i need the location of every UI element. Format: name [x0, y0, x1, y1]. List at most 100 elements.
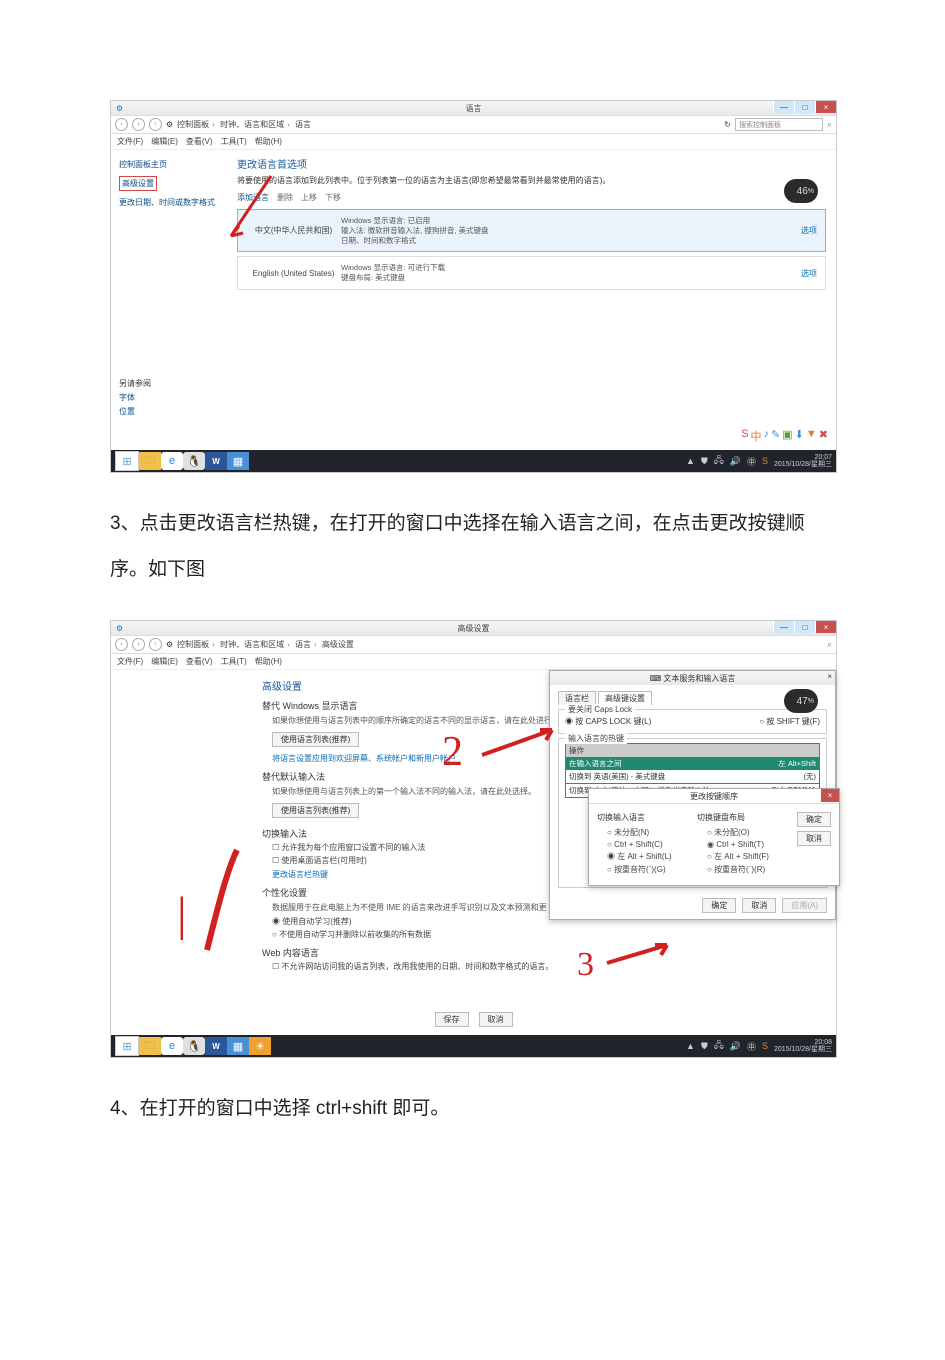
- explorer-icon[interactable]: 🗀: [139, 1037, 161, 1055]
- dialog-ok-button[interactable]: 确定: [702, 898, 736, 913]
- radio-none[interactable]: ○ 未分配(N): [607, 827, 679, 838]
- minimize-button[interactable]: —: [773, 621, 794, 633]
- tab-langbar[interactable]: 语言栏: [558, 691, 596, 705]
- ie-icon[interactable]: e: [161, 1037, 183, 1055]
- tray-network-icon[interactable]: 🖧: [714, 1038, 724, 1054]
- qq-icon[interactable]: 🐧: [183, 452, 205, 470]
- radio-grave[interactable]: ○ 按重音符(`)(R): [707, 864, 779, 875]
- dialog-cancel-button[interactable]: 取消: [742, 898, 776, 913]
- start-button[interactable]: ⊞: [115, 451, 139, 471]
- dialog2-close-button[interactable]: ×: [821, 789, 839, 802]
- taskbar-clock[interactable]: 20:07 2015/10/28/星期三: [774, 454, 832, 468]
- menu-tools[interactable]: 工具(T): [221, 656, 247, 667]
- tray-360-icon[interactable]: S: [762, 456, 768, 466]
- tray-shield-icon[interactable]: ⛊: [701, 456, 708, 467]
- radio-alt-shift[interactable]: ○ 左 Alt + Shift(F): [707, 851, 779, 862]
- word-icon[interactable]: W: [205, 1037, 227, 1055]
- menu-tools[interactable]: 工具(T): [221, 136, 247, 147]
- refresh-icon[interactable]: ↻: [724, 120, 731, 129]
- close-button[interactable]: ×: [815, 101, 836, 113]
- explorer-icon[interactable]: 🗀: [139, 452, 161, 470]
- tray-network-icon[interactable]: 🖧: [714, 453, 724, 469]
- language-row-chinese[interactable]: 中文(中华人民共和国) Windows 显示语言: 已启用 输入法: 微软拼音输…: [237, 209, 826, 252]
- sidebar-cp-home[interactable]: 控制面板主页: [119, 159, 229, 170]
- display-lang-dropdown[interactable]: 使用语言列表(推荐): [272, 732, 359, 747]
- list-item-english[interactable]: 切换到 英语(美国) - 美式键盘(无): [566, 770, 819, 783]
- dialog-close-button[interactable]: ×: [827, 672, 832, 681]
- dialog2-cancel-button[interactable]: 取消: [797, 831, 831, 846]
- radio-ctrl-shift[interactable]: ○ Ctrl + Shift(C): [607, 840, 679, 849]
- tray-flag-icon[interactable]: ▲: [686, 1041, 695, 1051]
- search-input[interactable]: 搜索控制面板: [735, 118, 823, 131]
- menu-help[interactable]: 帮助(H): [255, 136, 282, 147]
- nav-up-button[interactable]: ↑: [149, 638, 162, 651]
- tray-volume-icon[interactable]: 🔊: [730, 456, 741, 467]
- minimize-button[interactable]: —: [773, 101, 794, 113]
- menu-edit[interactable]: 编辑(E): [151, 136, 178, 147]
- list-item-between-langs[interactable]: 在输入语言之间左 Alt+Shift: [566, 757, 819, 770]
- tray-icon[interactable]: ⬇: [795, 428, 804, 444]
- add-language-link[interactable]: 添加语言: [237, 192, 269, 203]
- tray-icon[interactable]: S: [741, 428, 748, 444]
- search-icon[interactable]: ⌕: [827, 639, 832, 650]
- nav-forward-button[interactable]: ›: [132, 118, 145, 131]
- app-icon[interactable]: ☀: [249, 1037, 271, 1055]
- maximize-button[interactable]: □: [794, 621, 815, 633]
- app-icon[interactable]: ▦: [227, 452, 249, 470]
- dialog-apply-button[interactable]: 应用(A): [782, 898, 827, 913]
- tray-icon[interactable]: ✎: [771, 428, 780, 444]
- word-icon[interactable]: W: [205, 452, 227, 470]
- radio-grave[interactable]: ○ 按重音符(`)(G): [607, 864, 679, 875]
- menu-view[interactable]: 查看(V): [186, 136, 213, 147]
- radio-alt-shift[interactable]: ◉ 左 Alt + Shift(L): [607, 851, 679, 862]
- tray-icon[interactable]: ✖: [819, 428, 828, 444]
- language-options-link[interactable]: 选项: [801, 225, 817, 236]
- sidebar-change-date-format[interactable]: 更改日期、时间或数字格式: [119, 197, 229, 208]
- maximize-button[interactable]: □: [794, 101, 815, 113]
- menu-help[interactable]: 帮助(H): [255, 656, 282, 667]
- menu-file[interactable]: 文件(F): [117, 136, 143, 147]
- tray-icon[interactable]: ▣: [782, 428, 792, 444]
- caps-radio-capslock[interactable]: ◉ 按 CAPS LOCK 键(L): [565, 716, 651, 727]
- taskbar-clock[interactable]: 20:08 2015/10/28/星期三: [774, 1039, 832, 1053]
- tray-flag-icon[interactable]: ▲: [686, 456, 695, 466]
- nav-up-button[interactable]: ↑: [149, 118, 162, 131]
- qq-icon[interactable]: 🐧: [183, 1037, 205, 1055]
- search-icon[interactable]: ⌕: [827, 119, 832, 130]
- menu-view[interactable]: 查看(V): [186, 656, 213, 667]
- tray-icon[interactable]: ▼: [806, 428, 817, 444]
- tray-ime-icon[interactable]: ㊥: [747, 455, 756, 468]
- nav-forward-button[interactable]: ›: [132, 638, 145, 651]
- web-lang-checkbox[interactable]: ☐ 不允许网站访问我的语言列表，改用我使用的日期、时间和数字格式的语言。: [272, 961, 828, 972]
- nav-back-button[interactable]: ‹: [115, 638, 128, 651]
- menu-edit[interactable]: 编辑(E): [151, 656, 178, 667]
- tray-ime-icon[interactable]: ㊥: [747, 1040, 756, 1053]
- sidebar-fonts[interactable]: 字体: [119, 392, 229, 403]
- remove-language-link[interactable]: 删除: [277, 192, 293, 203]
- no-auto-learn-radio[interactable]: ○ 不使用自动学习并删除以前收集的所有数据: [272, 929, 828, 940]
- nav-back-button[interactable]: ‹: [115, 118, 128, 131]
- default-input-dropdown[interactable]: 使用语言列表(推荐): [272, 803, 359, 818]
- ie-icon[interactable]: e: [161, 452, 183, 470]
- tray-volume-icon[interactable]: 🔊: [730, 1041, 741, 1052]
- tray-icon[interactable]: 中: [751, 428, 762, 444]
- tray-360-icon[interactable]: S: [762, 1041, 768, 1051]
- tab-advanced-keys[interactable]: 高级键设置: [598, 691, 652, 705]
- app-icon[interactable]: ▦: [227, 1037, 249, 1055]
- language-row-english[interactable]: English (United States) Windows 显示语言: 可进…: [237, 256, 826, 290]
- cancel-button[interactable]: 取消: [479, 1012, 513, 1027]
- dialog2-ok-button[interactable]: 确定: [797, 812, 831, 827]
- language-options-link[interactable]: 选项: [801, 268, 817, 279]
- save-button[interactable]: 保存: [435, 1012, 469, 1027]
- start-button[interactable]: ⊞: [115, 1036, 139, 1056]
- sidebar-location[interactable]: 位置: [119, 406, 229, 417]
- tray-shield-icon[interactable]: ⛊: [701, 1041, 708, 1052]
- sidebar-advanced-settings[interactable]: 高级设置: [119, 176, 157, 191]
- move-up-link[interactable]: 上移: [301, 192, 317, 203]
- move-down-link[interactable]: 下移: [325, 192, 341, 203]
- radio-none[interactable]: ○ 未分配(O): [707, 827, 779, 838]
- caps-radio-shift[interactable]: ○ 按 SHIFT 键(F): [759, 716, 820, 727]
- radio-ctrl-shift[interactable]: ◉ Ctrl + Shift(T): [707, 840, 779, 849]
- close-button[interactable]: ×: [815, 621, 836, 633]
- breadcrumb[interactable]: 控制面板› 时钟、语言和区域› 语言› 高级设置: [177, 639, 354, 650]
